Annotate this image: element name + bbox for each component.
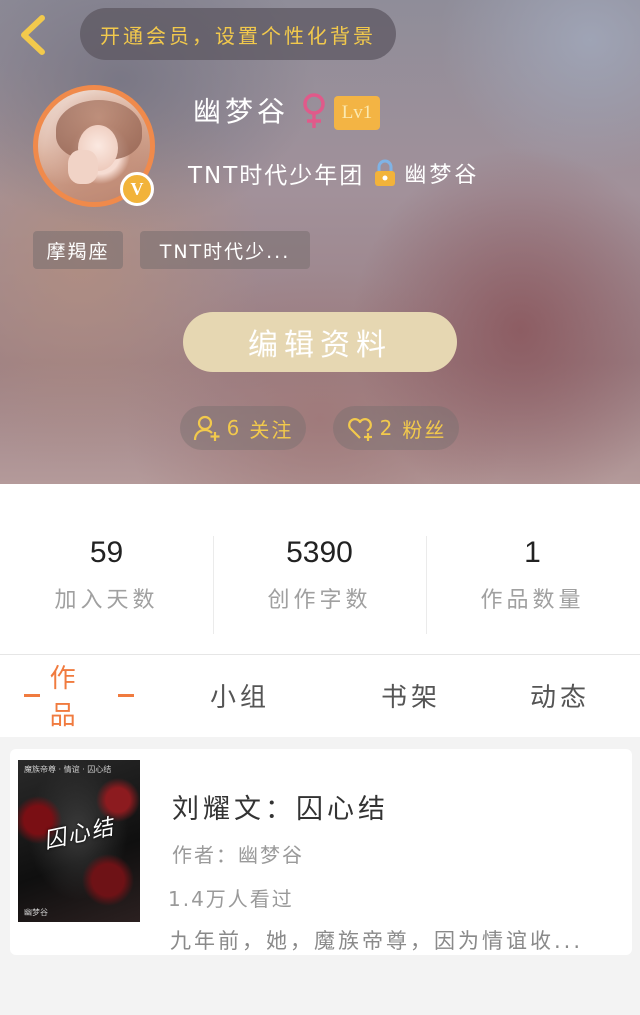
fans-button[interactable]: 2 粉丝	[333, 406, 459, 450]
fans-label: 粉丝	[402, 417, 447, 442]
active-indicator	[118, 693, 135, 697]
back-button[interactable]	[14, 10, 54, 60]
work-card[interactable]: 魔族帝尊 · 情谊 · 囚心结 囚心结 幽梦谷 刘耀文：囚心结 作者：幽梦谷 1…	[10, 749, 632, 955]
follow-count: 6	[226, 416, 242, 440]
group-name: TNT时代少年团	[188, 163, 365, 189]
stat-join-days: 59 加入天数	[0, 536, 213, 614]
tab-label: 小组	[209, 682, 270, 713]
book-cover[interactable]: 魔族帝尊 · 情谊 · 囚心结 囚心结 幽梦谷	[18, 760, 140, 922]
book-views: 1.4万人看过	[168, 887, 294, 911]
stat-word-count: 5390 创作字数	[213, 536, 426, 614]
profile-tabs: 作品 小组 书架 动态	[0, 655, 640, 737]
profile-header: 开通会员，设置个性化背景 V 幽梦谷 Lv1 TNT时代少年团 幽梦谷 摩羯座 …	[0, 0, 640, 484]
tab-works[interactable]: 作品	[14, 664, 144, 731]
stat-label: 作品数量	[480, 588, 585, 613]
tag-group[interactable]: TNT时代少...	[140, 231, 310, 269]
group-owner: 幽梦谷	[404, 163, 480, 188]
group-info[interactable]: TNT时代少年团 幽梦谷	[188, 155, 479, 191]
follow-button[interactable]: 6 关注	[180, 406, 306, 450]
tab-label: 书架	[380, 682, 441, 713]
book-author: 作者：幽梦谷	[172, 843, 304, 867]
stat-value: 5390	[286, 536, 353, 569]
edit-profile-button[interactable]: 编辑资料	[183, 312, 457, 372]
stat-value: 1	[524, 536, 541, 569]
cover-title: 囚心结	[41, 813, 118, 854]
tab-label: 动态	[529, 682, 590, 713]
cover-top-text: 魔族帝尊 · 情谊 · 囚心结	[24, 765, 112, 774]
stat-value: 59	[89, 536, 124, 569]
cover-bottom-text: 幽梦谷	[24, 908, 48, 917]
fans-count: 2	[379, 416, 395, 440]
vip-banner[interactable]: 开通会员，设置个性化背景	[80, 8, 396, 60]
active-indicator	[24, 693, 40, 697]
lock-icon	[375, 159, 396, 186]
follow-label: 关注	[249, 417, 294, 442]
book-title[interactable]: 刘耀文：囚心结	[172, 787, 389, 826]
tab-label: 作品	[49, 664, 80, 731]
stat-works-count: 1 作品数量	[426, 536, 639, 614]
stat-label: 加入天数	[54, 588, 159, 613]
verified-badge: V	[120, 172, 154, 206]
stats-bar: 59 加入天数 5390 创作字数 1 作品数量	[0, 484, 640, 654]
tag-constellation[interactable]: 摩羯座	[33, 231, 123, 269]
heart-add-icon	[347, 418, 372, 441]
tab-feed[interactable]: 动态	[520, 675, 600, 715]
person-add-icon	[193, 415, 220, 441]
works-list: 魔族帝尊 · 情谊 · 囚心结 囚心结 幽梦谷 刘耀文：囚心结 作者：幽梦谷 1…	[0, 737, 640, 1015]
book-description: 九年前，她，魔族帝尊，因为情谊收...	[170, 929, 584, 953]
tab-bookshelf[interactable]: 书架	[366, 675, 456, 715]
back-arrow-icon	[21, 15, 45, 55]
level-badge: Lv1	[334, 96, 380, 130]
stat-label: 创作字数	[267, 588, 372, 613]
female-gender-icon	[303, 93, 325, 128]
tab-group[interactable]: 小组	[200, 675, 280, 715]
username: 幽梦谷	[193, 95, 290, 128]
